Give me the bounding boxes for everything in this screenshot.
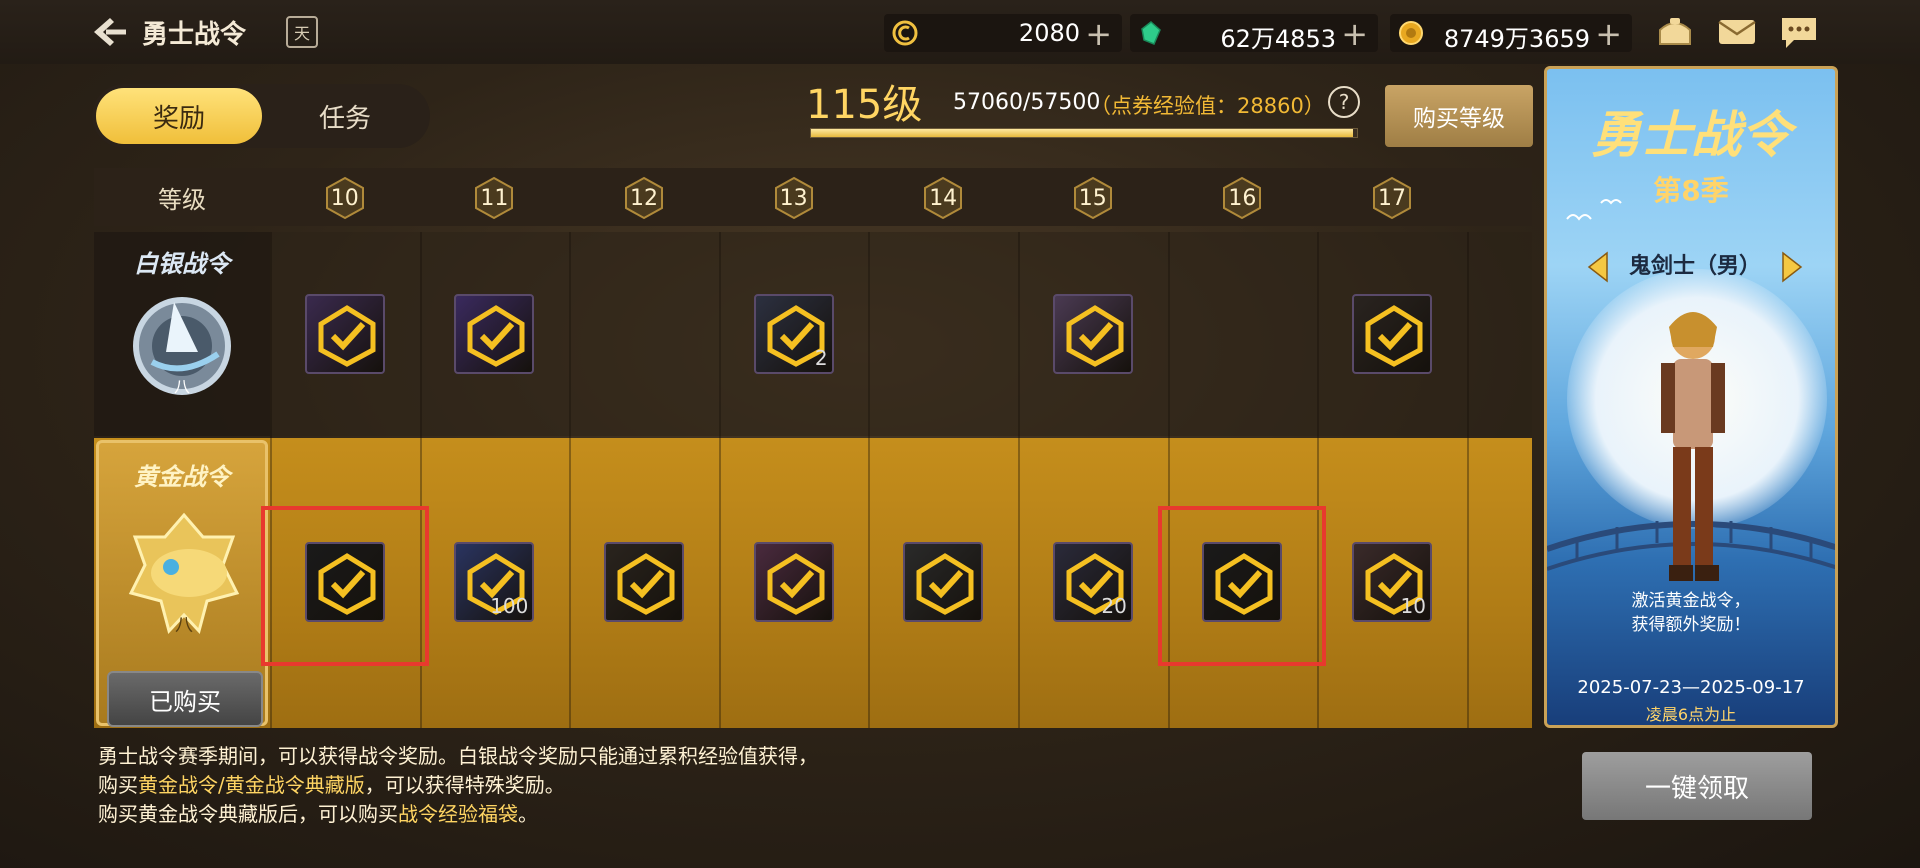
season-panel: 勇士战令 第8季 鬼剑士（男） 激活黄金战令， 获得额外奖励！ 2025-07-… [1544,66,1838,728]
claimed-check-icon [767,553,825,615]
level-number: 14 [921,176,965,220]
character-selector: 鬼剑士（男） [1587,247,1803,287]
claim-all-button[interactable]: 一键领取 [1582,752,1812,820]
level-header: 等级 10 11 12 13 14 15 16 17 [94,168,1532,226]
claimed-check-icon [1365,305,1423,367]
silver-pass-title: 白银战令 [134,250,230,278]
rules-line-3: 购买黄金战令典藏版后，可以购买战令经验福袋。 [98,802,538,826]
birds-decoration [1566,199,1622,221]
activate-line-2: 获得额外奖励！ [1631,615,1751,635]
claimed-check-icon [916,553,974,615]
silver-reward-item[interactable] [454,294,535,374]
coupon-currency-icon [892,20,918,46]
gold-reward-item[interactable]: 10 [1352,542,1432,622]
gold-reward-item[interactable]: 100 [454,542,535,622]
gold-reward-item[interactable] [604,542,684,622]
activate-line-1: 激活黄金战令， [1631,591,1751,611]
tab-tasks[interactable]: 任务 [262,88,428,144]
claimed-check-icon [318,305,376,367]
item-quantity: 20 [1101,594,1127,618]
exp-progress-fill [811,129,1353,137]
green-crystal-icon [1141,21,1161,45]
item-quantity: 100 [490,594,529,618]
gold-reward-item[interactable] [753,542,834,622]
exp-value: 57060/57500 [953,90,1101,115]
claimed-check-icon [467,305,525,367]
chat-icon[interactable] [1778,12,1820,52]
silver-reward-item[interactable] [1352,294,1432,374]
item-quantity: 10 [1400,594,1426,618]
coupon-add-button[interactable]: + [1085,15,1112,53]
crystal-amount: 62万4853 [1220,25,1336,53]
level-header-label: 等级 [158,185,206,214]
gold-amount: 8749万3659 [1443,25,1590,53]
svg-text:八: 八 [175,615,193,636]
gold-pass-label: 黄金战令 八 已购买 [96,440,268,727]
panel-title: 勇士战令 [1591,106,1791,164]
column-divider [1466,232,1469,728]
level-number: 15 [1071,176,1115,220]
tab-bar: 奖励 任务 [92,84,430,148]
coupon-exp-value: （点券经验值：28860） [1090,94,1325,118]
highlight-box [260,506,429,666]
column-divider [1018,232,1020,728]
silver-pass-emblem: 八 [133,297,231,396]
column-divider [569,232,572,728]
back-arrow-icon[interactable] [88,14,128,50]
level-number: 16 [1220,176,1264,220]
item-quantity: 2 [814,346,828,370]
silver-reward-item[interactable] [1052,294,1133,374]
tab-rewards[interactable]: 奖励 [96,88,262,144]
shop-icon[interactable] [1654,12,1696,52]
silver-reward-item[interactable]: 2 [753,294,834,374]
bought-badge: 已购买 [107,671,263,727]
season-dates: 2025-07-23—2025-09-17 [1577,677,1805,698]
currency-crystal: 62万4853 + [1130,14,1378,53]
column-divider [868,232,871,728]
activate-gold-text: 激活黄金战令， 获得额外奖励！ [1547,589,1835,637]
gold-pass-title: 黄金战令 [134,463,230,491]
buy-level-button[interactable]: 购买等级 [1385,85,1533,147]
exp-progress-bar [810,128,1358,138]
character-name: 鬼剑士（男） [1628,254,1761,279]
rules-line-2: 购买黄金战令/黄金战令典藏版，可以获得特殊奖励。 [98,773,565,797]
coupon-amount: 2080 [1018,19,1080,47]
gold-add-button[interactable]: + [1595,15,1622,53]
claimed-check-icon [1066,305,1124,367]
level-number: 12 [622,176,666,220]
column-divider [718,232,721,728]
rules-line-1: 勇士战令赛季期间，可以获得战令奖励。白银战令奖励只能通过累积经验值获得， [98,744,818,768]
mail-icon[interactable] [1716,12,1758,52]
rules-notes: 勇士战令赛季期间，可以获得战令奖励。白银战令奖励只能通过累积经验值获得， 购买黄… [98,742,818,829]
help-icon[interactable]: ? [1328,86,1360,118]
next-character-arrow-icon[interactable] [1781,251,1803,283]
crystal-add-button[interactable]: + [1341,15,1368,53]
silver-pass-label: 白银战令 八 [94,232,270,436]
reward-grid: 等级 10 11 12 13 14 15 16 17 白银战令 八 黄金战令 八 已购买 2 … [94,168,1532,728]
level-number: 10 [323,176,367,220]
level-number: 13 [772,176,816,220]
gold-coin-icon [1399,21,1423,45]
character-sprite [1661,312,1725,581]
gold-pass-emblem: 八 [128,512,240,636]
level-number: 17 [1370,176,1414,220]
currency-gold: 8749万3659 + [1390,14,1632,53]
calendar-icon[interactable]: 天 [286,16,318,48]
highlight-box [1158,506,1327,666]
current-level: 115级 [806,82,923,128]
top-bar: 勇士战令 天 2080 + 62万4853 + 8749万3659 + [0,0,1920,64]
claimed-check-icon [617,553,675,615]
currency-coupon: 2080 + [884,14,1122,53]
season-deadline: 凌晨6点为止 [1645,705,1737,724]
level-number: 11 [472,176,516,220]
page-title: 勇士战令 [142,20,247,50]
svg-text:八: 八 [174,377,190,396]
silver-reward-item[interactable] [304,294,385,374]
gold-reward-item[interactable] [903,542,984,622]
gold-reward-item[interactable]: 20 [1052,542,1133,622]
